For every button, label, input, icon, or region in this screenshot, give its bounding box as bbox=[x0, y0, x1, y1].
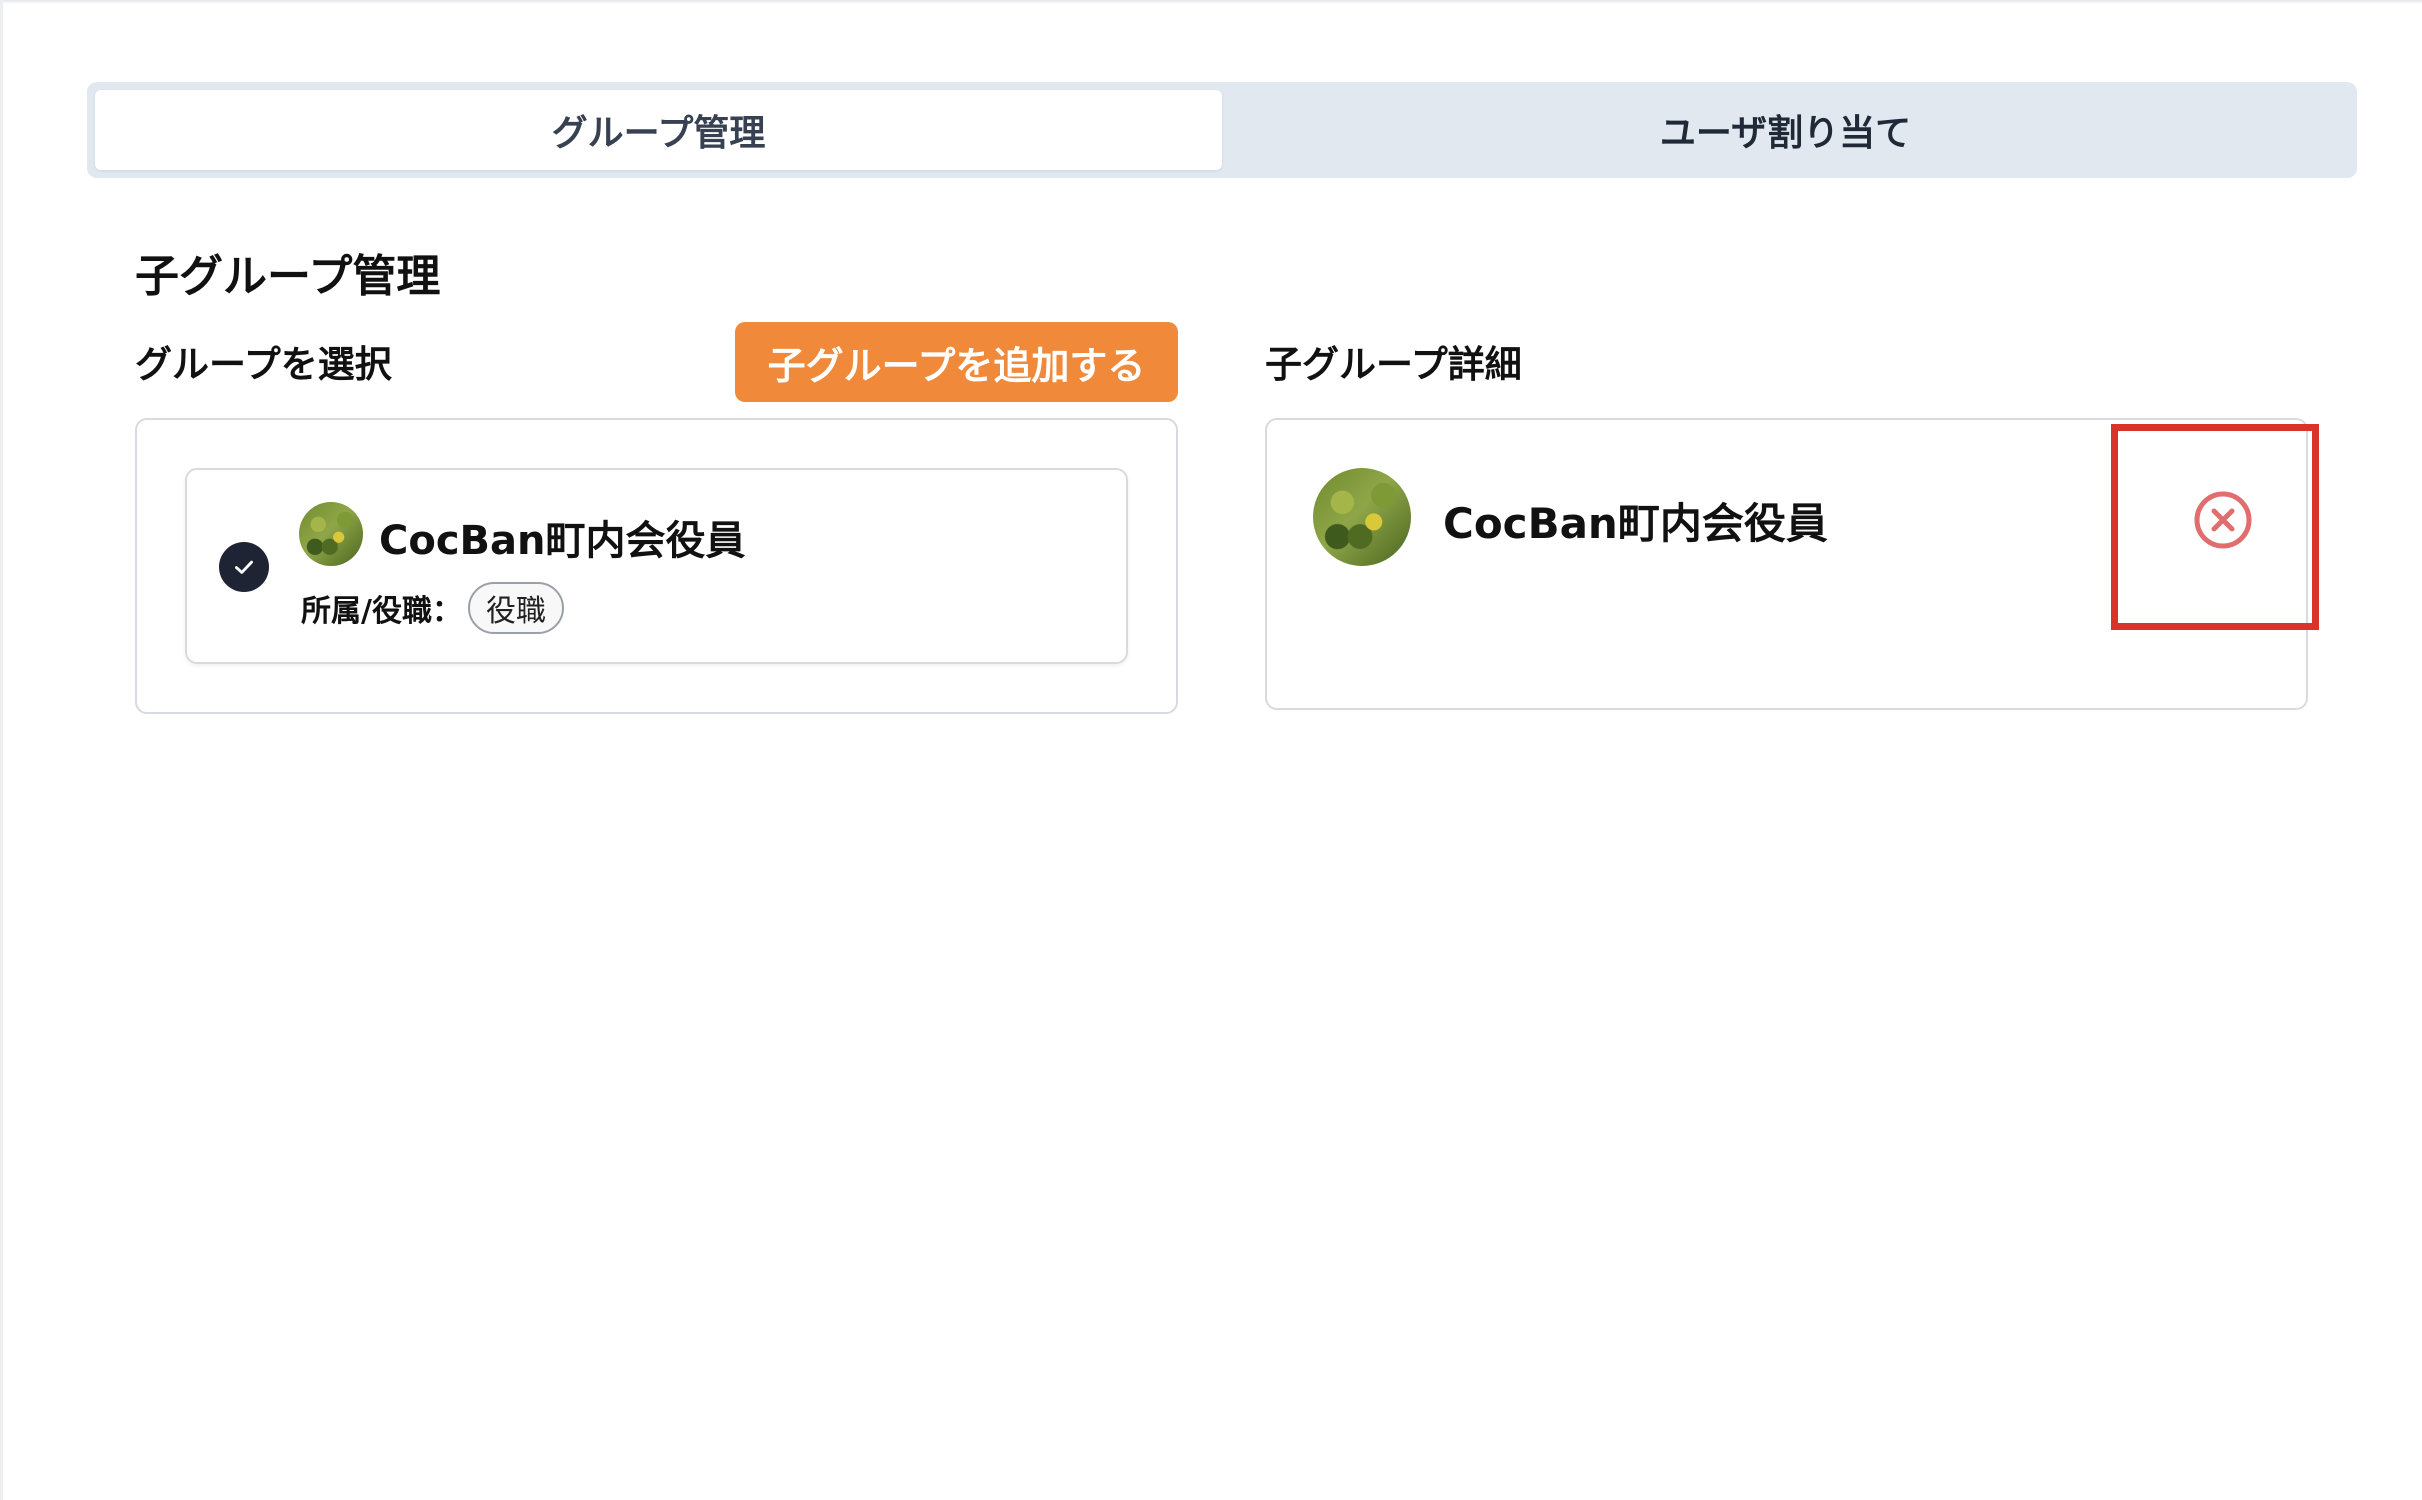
group-list-item[interactable]: CocBan町内会役員 所属/役職： 役職 bbox=[185, 468, 1128, 664]
add-child-group-button[interactable]: 子グループを追加する bbox=[735, 322, 1178, 402]
select-group-label: グループを選択 bbox=[135, 343, 392, 386]
group-avatar bbox=[299, 502, 363, 566]
detail-group-avatar bbox=[1313, 468, 1411, 566]
detail-group-name: CocBan町内会役員 bbox=[1443, 499, 1828, 548]
group-name: CocBan町内会役員 bbox=[379, 518, 746, 564]
role-label: 所属/役職： bbox=[301, 594, 462, 629]
highlight-annotation-box bbox=[2111, 424, 2319, 630]
role-badge: 役職 bbox=[467, 582, 564, 634]
child-group-detail-label: 子グループ詳細 bbox=[1265, 343, 1522, 386]
tab-group-management[interactable]: グループ管理 bbox=[95, 90, 1222, 170]
role-row: 所属/役職： 役職 bbox=[301, 582, 564, 634]
tab-bar: グループ管理 ユーザ割り当て bbox=[87, 82, 2357, 178]
tab-user-assignment[interactable]: ユーザ割り当て bbox=[1222, 90, 2349, 170]
top-shadow bbox=[3, 0, 2422, 4]
section-title: 子グループ管理 bbox=[135, 251, 441, 302]
selected-check-icon bbox=[219, 542, 269, 592]
page: グループ管理 ユーザ割り当て 子グループ管理 グループを選択 子グループを追加す… bbox=[0, 0, 2422, 1500]
